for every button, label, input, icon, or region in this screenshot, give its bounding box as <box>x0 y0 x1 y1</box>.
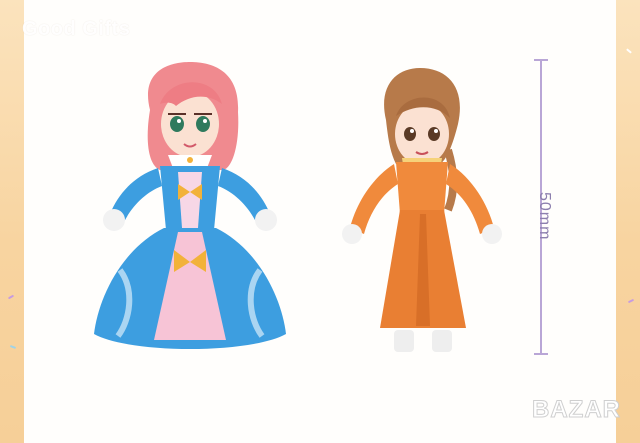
princess-figure <box>94 62 286 349</box>
height-label: 50mm <box>536 192 553 241</box>
bazar-logo: BAZAR <box>532 396 621 424</box>
lady-figure <box>342 68 502 352</box>
product-image: Good Gifts 50mm BAZAR <box>0 0 640 443</box>
